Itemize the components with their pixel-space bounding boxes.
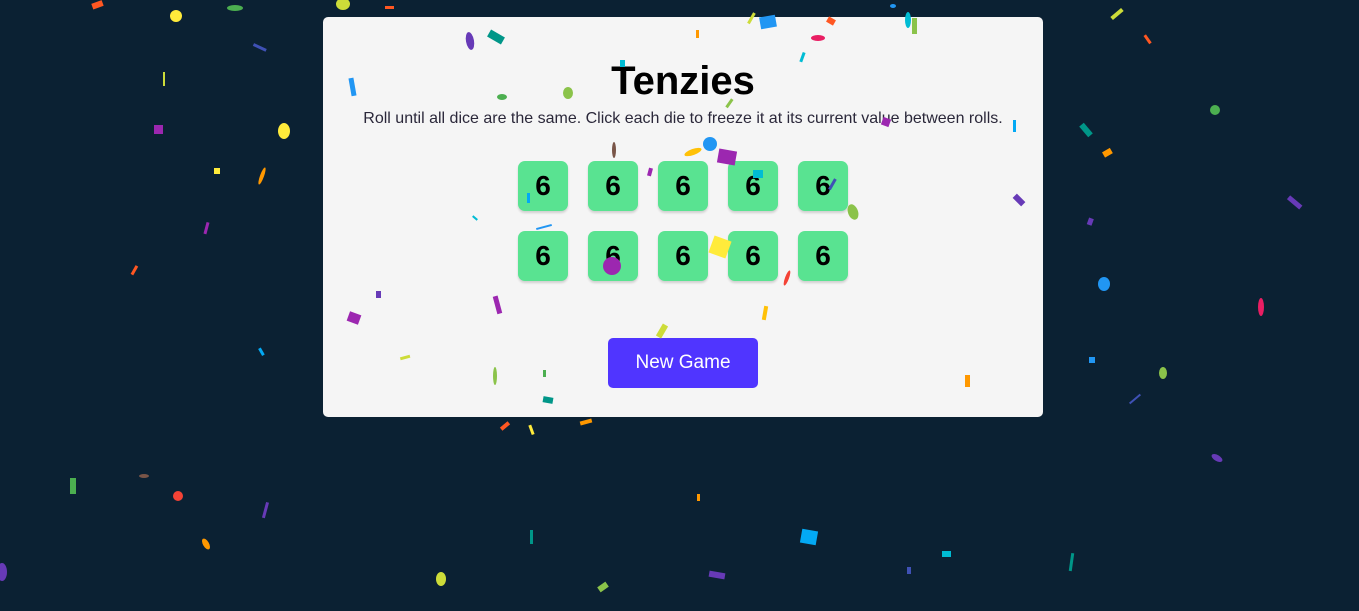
confetti-piece <box>1089 357 1095 363</box>
confetti-piece <box>697 494 700 501</box>
confetti-piece <box>336 0 350 10</box>
instructions-text: Roll until all dice are the same. Click … <box>363 110 1003 127</box>
die[interactable]: 6 <box>588 231 638 281</box>
dice-grid: 6 6 6 6 6 6 6 6 6 6 <box>518 161 848 281</box>
confetti-piece <box>91 0 104 10</box>
confetti-piece <box>214 168 220 174</box>
die[interactable]: 6 <box>588 161 638 211</box>
die[interactable]: 6 <box>658 161 708 211</box>
confetti-piece <box>597 581 609 593</box>
confetti-piece <box>708 570 726 580</box>
game-title: Tenzies <box>611 59 755 103</box>
confetti-piece <box>907 567 911 574</box>
confetti-piece <box>252 43 267 52</box>
die[interactable]: 6 <box>658 231 708 281</box>
confetti-piece <box>0 563 7 581</box>
confetti-piece <box>227 5 243 11</box>
confetti-piece <box>1068 552 1075 572</box>
confetti-piece <box>173 491 183 501</box>
confetti-piece <box>1210 105 1220 115</box>
confetti-piece <box>261 502 270 519</box>
confetti-piece <box>1102 147 1113 158</box>
game-board: Tenzies Roll until all dice are the same… <box>323 17 1043 417</box>
confetti-piece <box>436 572 446 586</box>
confetti-piece <box>1128 393 1142 405</box>
confetti-piece <box>1159 367 1167 379</box>
confetti-piece <box>278 123 290 139</box>
confetti-piece <box>130 265 139 276</box>
confetti-piece <box>1211 454 1223 462</box>
confetti-piece <box>163 72 165 86</box>
die[interactable]: 6 <box>798 161 848 211</box>
confetti-piece <box>1286 195 1303 210</box>
confetti-piece <box>170 10 182 22</box>
confetti-piece <box>258 167 266 185</box>
confetti-piece <box>1079 122 1093 138</box>
confetti-piece <box>1143 34 1152 45</box>
confetti-piece <box>530 530 533 544</box>
confetti-piece <box>528 424 535 436</box>
confetti-piece <box>799 528 819 546</box>
confetti-piece <box>1258 298 1264 316</box>
die[interactable]: 6 <box>728 161 778 211</box>
confetti-piece <box>202 538 210 550</box>
confetti-piece <box>942 551 951 557</box>
confetti-piece <box>258 347 265 356</box>
die[interactable]: 6 <box>518 231 568 281</box>
confetti-piece <box>385 6 394 9</box>
die[interactable]: 6 <box>798 231 848 281</box>
confetti-piece <box>1086 217 1094 226</box>
game-screen: Tenzies Roll until all dice are the same… <box>0 0 1359 611</box>
confetti-piece <box>139 474 149 478</box>
new-game-button[interactable]: New Game <box>608 338 758 388</box>
confetti-piece <box>1110 7 1124 21</box>
confetti-piece <box>890 4 896 8</box>
confetti-piece <box>70 478 76 494</box>
confetti-piece <box>203 221 210 235</box>
confetti-piece <box>154 125 163 134</box>
confetti-piece <box>1098 277 1110 291</box>
confetti-piece <box>499 421 511 431</box>
die[interactable]: 6 <box>518 161 568 211</box>
confetti-piece <box>579 418 593 426</box>
die[interactable]: 6 <box>728 231 778 281</box>
